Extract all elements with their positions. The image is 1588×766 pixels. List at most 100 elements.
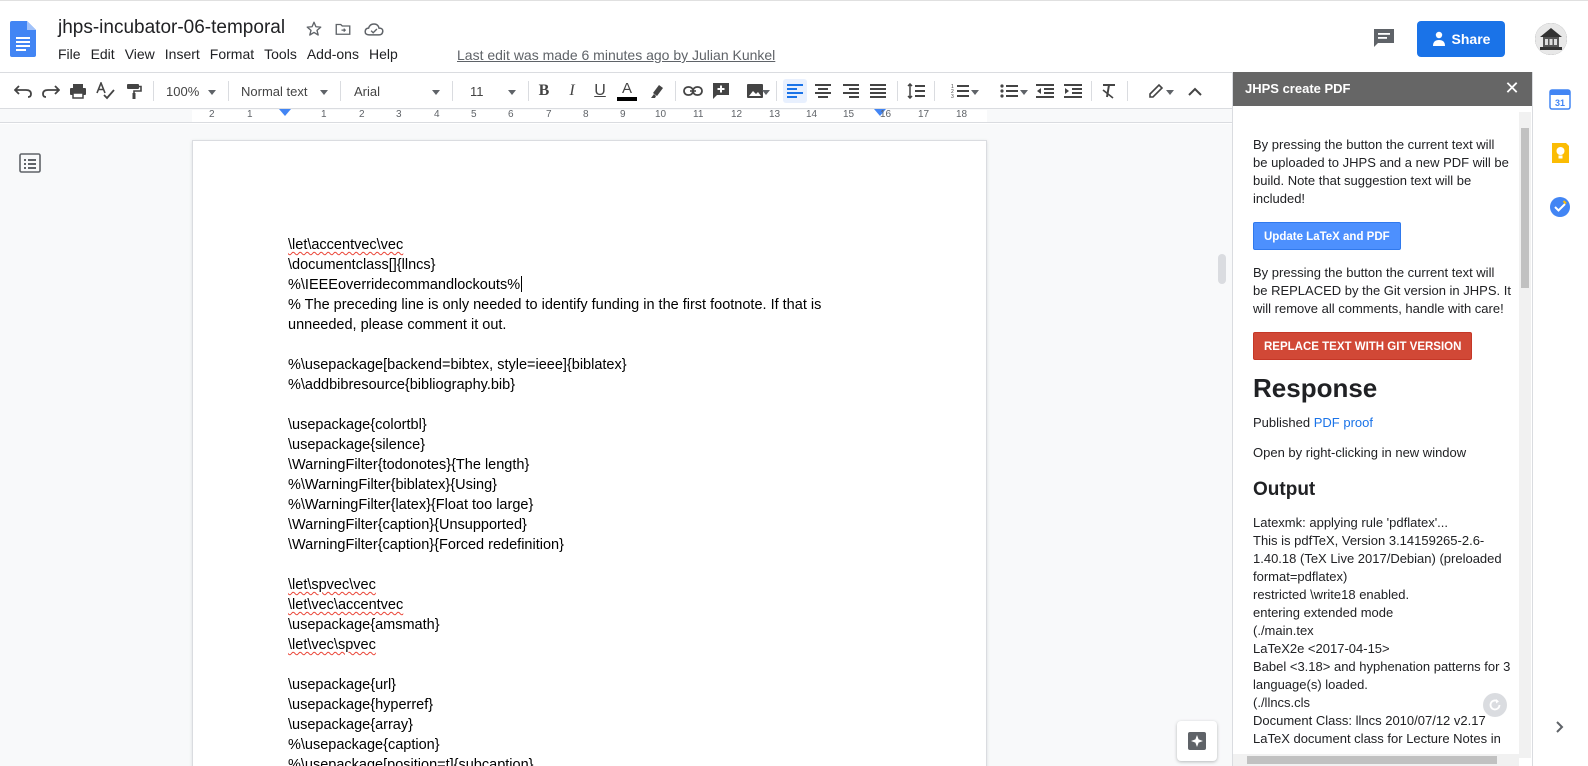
document-line[interactable]: % The preceding line is only needed to i… (288, 295, 833, 335)
document-line[interactable]: \usepackage{hyperref} (288, 695, 833, 715)
left-indent-marker[interactable] (279, 109, 291, 116)
document-outline-icon[interactable] (19, 152, 41, 174)
document-line[interactable]: \documentclass[]{llncs} (288, 255, 833, 275)
document-line[interactable]: %\WarningFilter{biblatex}{Using} (288, 475, 833, 495)
align-justify-icon[interactable] (867, 79, 889, 103)
undo-icon[interactable] (12, 79, 34, 103)
last-edit-link[interactable]: Last edit was made 6 minutes ago by Juli… (457, 47, 775, 63)
collapse-menus-icon[interactable] (1184, 79, 1206, 103)
underline-icon[interactable]: U (589, 79, 611, 103)
menu-edit[interactable]: Edit (91, 46, 123, 66)
document-line[interactable]: \WarningFilter{caption}{Forced redefinit… (288, 535, 833, 555)
document-line[interactable]: \let\vec\accentvec (288, 595, 833, 615)
comments-icon[interactable] (1372, 27, 1396, 49)
pdf-proof-link[interactable]: PDF proof (1314, 415, 1373, 430)
document-line[interactable] (288, 655, 833, 675)
document-line[interactable] (288, 335, 833, 355)
document-body[interactable]: \let\accentvec\vec \documentclass[]{llncs… (288, 235, 833, 766)
ruler-number: 8 (583, 109, 589, 120)
menu-format[interactable]: Format (210, 46, 262, 66)
star-icon[interactable] (304, 19, 324, 39)
document-line[interactable]: %\usepackage{caption} (288, 735, 833, 755)
align-right-icon[interactable] (840, 79, 862, 103)
insert-image-icon[interactable] (738, 79, 772, 103)
increase-indent-icon[interactable] (1062, 79, 1084, 103)
sidebar-horizontal-scroll-thumb[interactable] (1247, 756, 1497, 764)
sidebar-vertical-scrollbar[interactable] (1519, 112, 1531, 758)
align-left-icon[interactable] (783, 79, 807, 103)
document-line[interactable]: %\addbibresource{bibliography.bib} (288, 375, 833, 395)
zoom-select[interactable]: 100% (162, 79, 218, 103)
toolbar-divider (340, 81, 341, 101)
sidebar-vertical-scroll-thumb[interactable] (1521, 128, 1529, 288)
link-icon[interactable] (682, 79, 704, 103)
document-line[interactable]: %\IEEEoverridecommandlockouts% (288, 275, 833, 295)
replace-text-button[interactable]: REPLACE TEXT WITH GIT VERSION (1253, 332, 1473, 360)
bold-icon[interactable]: B (533, 79, 555, 103)
document-line[interactable]: \let\accentvec\vec (288, 235, 833, 255)
calendar-icon[interactable]: 31 (1549, 88, 1571, 110)
ruler-number: 14 (806, 109, 818, 120)
document-line[interactable]: \usepackage{silence} (288, 435, 833, 455)
docs-logo-icon[interactable] (10, 21, 36, 57)
document-line[interactable]: \usepackage{amsmath} (288, 615, 833, 635)
spelling-error[interactable]: \let\spvec\vec (288, 577, 376, 593)
document-line[interactable]: \usepackage{url} (288, 675, 833, 695)
paragraph-style-select[interactable]: Normal text (236, 79, 332, 103)
refresh-icon[interactable] (1483, 693, 1507, 717)
document-line[interactable]: %\WarningFilter{latex}{Float too large} (288, 495, 833, 515)
font-size-select[interactable]: 11 (462, 79, 520, 103)
tasks-icon[interactable] (1549, 196, 1571, 218)
document-line[interactable] (288, 555, 833, 575)
menu-help[interactable]: Help (369, 46, 406, 66)
spelling-error[interactable]: \let\vec\accentvec (288, 597, 403, 613)
bulleted-list-icon[interactable] (990, 79, 1028, 103)
keep-icon[interactable] (1549, 142, 1571, 164)
numbered-list-icon[interactable]: 123 (941, 79, 979, 103)
paragraph-style-value: Normal text (241, 83, 308, 99)
italic-icon[interactable]: I (561, 79, 583, 103)
redo-icon[interactable] (40, 79, 62, 103)
text-color-icon[interactable]: A (615, 79, 639, 103)
menu-tools[interactable]: Tools (264, 46, 305, 66)
document-line[interactable]: %\usepackage[backend=bibtex, style=ieee]… (288, 355, 833, 375)
document-line[interactable]: \WarningFilter{caption}{Unsupported} (288, 515, 833, 535)
update-latex-pdf-button[interactable]: Update LaTeX and PDF (1253, 222, 1401, 250)
document-scrollbar[interactable] (1218, 254, 1226, 284)
move-folder-icon[interactable] (333, 19, 353, 39)
spellcheck-icon[interactable] (95, 79, 117, 103)
highlight-icon[interactable] (646, 79, 668, 103)
menu-insert[interactable]: Insert (165, 46, 208, 66)
spelling-error[interactable]: \let\accentvec\vec (288, 237, 403, 253)
menu-file[interactable]: File (58, 46, 89, 66)
menu-view[interactable]: View (125, 46, 163, 66)
ruler-number: 17 (918, 109, 930, 120)
cloud-saved-icon[interactable] (364, 19, 384, 39)
sidebar-horizontal-scrollbar[interactable] (1233, 754, 1519, 766)
document-line[interactable]: \let\spvec\vec (288, 575, 833, 595)
decrease-indent-icon[interactable] (1034, 79, 1056, 103)
document-line[interactable]: \WarningFilter{todonotes}{The length} (288, 455, 833, 475)
document-line[interactable]: \usepackage{colortbl} (288, 415, 833, 435)
share-button[interactable]: Share (1417, 21, 1505, 57)
spelling-error[interactable]: \let\vec\spvec (288, 637, 376, 653)
print-icon[interactable] (67, 79, 89, 103)
paint-format-icon[interactable] (123, 79, 145, 103)
document-title[interactable]: jhps-incubator-06-temporal (58, 17, 285, 39)
editing-mode-icon[interactable] (1136, 79, 1176, 103)
document-page[interactable]: \let\accentvec\vec \documentclass[]{llncs… (192, 140, 987, 766)
document-line[interactable]: %\usepackage[position=t]{subcaption} (288, 755, 833, 766)
menu-addons[interactable]: Add-ons (307, 46, 367, 66)
document-line[interactable]: \usepackage{array} (288, 715, 833, 735)
clear-formatting-icon[interactable] (1098, 79, 1120, 103)
align-center-icon[interactable] (812, 79, 834, 103)
expand-rail-icon[interactable] (1553, 720, 1567, 734)
document-line[interactable] (288, 395, 833, 415)
document-line[interactable]: \let\vec\spvec (288, 635, 833, 655)
add-comment-icon[interactable] (710, 79, 732, 103)
line-spacing-icon[interactable] (905, 79, 927, 103)
font-select[interactable]: Arial (348, 79, 444, 103)
avatar[interactable] (1535, 23, 1567, 55)
close-icon[interactable]: ✕ (1503, 79, 1521, 97)
explore-button[interactable] (1177, 721, 1217, 761)
